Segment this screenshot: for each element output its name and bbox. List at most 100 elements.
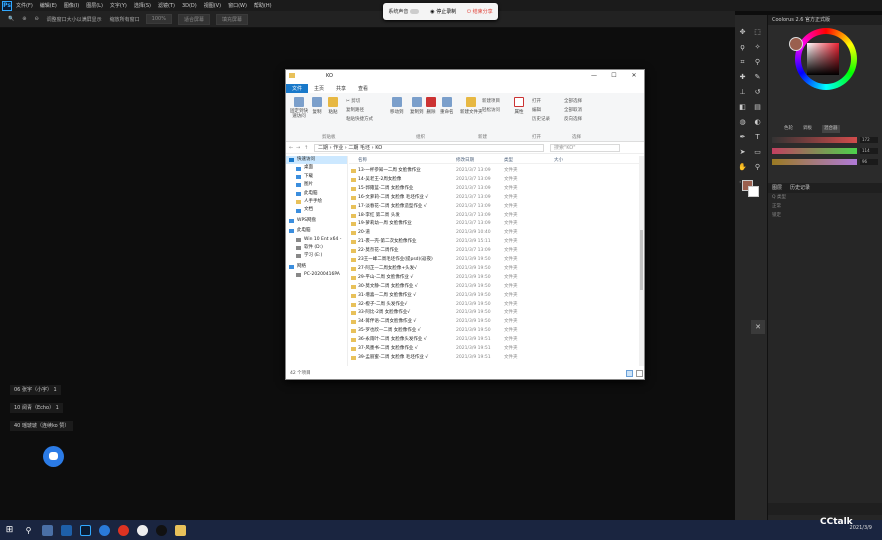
file-row[interactable]: 29-平山-二周 女脸像作业 √ 2021/3/9 19:50 文件夹 bbox=[349, 274, 639, 282]
paste-button[interactable]: 粘贴 bbox=[328, 97, 338, 115]
pin-quick-access-button[interactable]: 固定到快速访问 bbox=[288, 97, 310, 119]
eyedropper-icon[interactable]: ⚲ bbox=[753, 58, 762, 67]
nav-item[interactable]: Win 10 Ent x64 - bbox=[286, 236, 347, 244]
browser-taskbar-icon[interactable] bbox=[99, 524, 110, 536]
nav-item[interactable]: 此电脑 bbox=[286, 190, 347, 198]
paste-shortcut-button[interactable]: 粘贴快捷方式 bbox=[346, 116, 373, 122]
cut-button[interactable]: ✂ 剪切 bbox=[346, 98, 360, 104]
shape-tool-icon[interactable]: ▭ bbox=[753, 148, 762, 157]
column-type[interactable]: 类型 bbox=[504, 157, 513, 163]
photoshop-taskbar-icon[interactable] bbox=[80, 524, 91, 536]
zoom-out-icon[interactable]: ⊖ bbox=[34, 16, 38, 22]
lock-row[interactable]: 锁定 bbox=[768, 211, 882, 220]
menu-filter[interactable]: 滤镜(T) bbox=[158, 2, 175, 9]
tab-mixer[interactable]: 混合器 bbox=[822, 125, 840, 133]
blur-tool-icon[interactable]: ◍ bbox=[738, 118, 747, 127]
file-row[interactable]: 35-罗也欣—二周 女脸像作业 √ 2021/3/9 19:50 文件夹 bbox=[349, 327, 639, 335]
invert-selection-button[interactable]: 反向选择 bbox=[564, 116, 582, 122]
nav-item[interactable]: 网络 bbox=[286, 263, 347, 271]
new-folder-button[interactable]: 新建文件夹 bbox=[460, 97, 483, 115]
history-button[interactable]: 历史记录 bbox=[532, 116, 550, 122]
breadcrumb-4[interactable]: KO bbox=[375, 145, 382, 151]
file-row[interactable]: 33-阿比-2周 女脸像作业√ 2021/3/9 19:50 文件夹 bbox=[349, 309, 639, 317]
file-row[interactable]: 17-淡春花-二周 女脸像造型作业 √ 2021/3/7 13:09 文件夹 bbox=[349, 203, 639, 211]
minimize-button[interactable]: — bbox=[584, 70, 604, 82]
copy-to-button[interactable]: 复制到 bbox=[410, 97, 424, 115]
maximize-button[interactable]: ☐ bbox=[604, 70, 624, 82]
menu-select[interactable]: 选择(S) bbox=[134, 2, 151, 9]
large-icons-view-icon[interactable] bbox=[636, 370, 643, 377]
stamp-tool-icon[interactable]: ⊥ bbox=[738, 88, 747, 97]
collapse-icon[interactable]: ✕ bbox=[751, 320, 765, 334]
nav-item[interactable]: PC-20200416PA bbox=[286, 271, 347, 279]
menu-image[interactable]: 图像(I) bbox=[64, 2, 79, 9]
nav-item[interactable]: 快速访问 bbox=[286, 156, 347, 165]
details-view-icon[interactable] bbox=[626, 370, 633, 377]
path-select-icon[interactable]: ➤ bbox=[738, 148, 747, 157]
weibo-taskbar-icon[interactable] bbox=[118, 524, 129, 536]
taskbar-app-icon[interactable] bbox=[61, 524, 72, 536]
file-row[interactable]: 32-橙子-二周 头发作业√ 2021/3/9 19:50 文件夹 bbox=[349, 301, 639, 309]
properties-button[interactable]: 属性 bbox=[514, 97, 524, 115]
lasso-tool-icon[interactable]: ϙ bbox=[738, 43, 747, 52]
delete-button[interactable]: 删除 bbox=[426, 97, 436, 115]
windows-start-icon[interactable]: ⊞ bbox=[4, 525, 15, 536]
zoom-icon[interactable]: ⚲ bbox=[753, 163, 762, 172]
breadcrumb-1[interactable]: 二期 bbox=[318, 144, 328, 151]
nav-item[interactable]: WPS网盘 bbox=[286, 217, 347, 225]
file-row[interactable]: 27-阿芷—二周女脸像+头发√ 2021/3/9 19:50 文件夹 bbox=[349, 265, 639, 273]
dodge-tool-icon[interactable]: ◐ bbox=[753, 118, 762, 127]
tab-history[interactable]: 历史记录 bbox=[790, 183, 810, 193]
tab-layers[interactable]: 图层 bbox=[772, 183, 782, 193]
tab-file[interactable]: 文件 bbox=[286, 84, 309, 93]
scrollbar-thumb[interactable] bbox=[640, 230, 643, 290]
current-color-swatch[interactable] bbox=[789, 37, 803, 51]
breadcrumb-3[interactable]: 二期 毛坯 bbox=[348, 144, 370, 151]
explorer-taskbar-icon[interactable] bbox=[175, 524, 186, 536]
tab-swatches[interactable]: 调板 bbox=[803, 125, 812, 133]
column-name[interactable]: 名称 bbox=[358, 157, 367, 163]
magic-wand-icon[interactable]: ✧ bbox=[753, 43, 762, 52]
nav-item[interactable]: 图片 bbox=[286, 181, 347, 189]
up-arrow-icon[interactable]: ↑ bbox=[304, 145, 308, 151]
pen-tool-icon[interactable]: ✒ bbox=[738, 133, 747, 142]
close-button[interactable]: ✕ bbox=[624, 70, 644, 82]
open-button[interactable]: 打开 bbox=[532, 98, 541, 104]
nav-item[interactable]: 此电脑 bbox=[286, 227, 347, 235]
layer-filter-row[interactable]: Q 类型 bbox=[768, 193, 882, 202]
menu-3d[interactable]: 3D(D) bbox=[182, 3, 197, 9]
menu-type[interactable]: 文字(Y) bbox=[110, 2, 127, 9]
crop-tool-icon[interactable]: ⌗ bbox=[738, 58, 747, 67]
nav-item[interactable]: 学习 (E:) bbox=[286, 252, 347, 260]
file-row[interactable]: 16-文萝莉-二周 女脸像 毛坯作业 √ 2021/3/7 13:09 文件夹 bbox=[349, 194, 639, 202]
red-value[interactable]: 172 bbox=[860, 137, 878, 143]
file-row[interactable]: 36-永雨叶-二周 女脸像头发作业 √ 2021/3/9 19:51 文件夹 bbox=[349, 336, 639, 344]
move-to-button[interactable]: 移动到 bbox=[390, 97, 404, 115]
address-bar[interactable]: 二期 › 作业 › 二期 毛坯 › KO bbox=[314, 143, 544, 152]
menu-help[interactable]: 帮助(H) bbox=[254, 2, 272, 9]
search-icon[interactable]: ⚲ bbox=[23, 525, 34, 536]
zoom-tool-icon[interactable]: 🔍 bbox=[8, 16, 14, 22]
blue-slider[interactable] bbox=[772, 159, 857, 165]
easy-access-button[interactable]: 轻松访问 bbox=[482, 107, 500, 113]
file-row[interactable]: 31-增喜—二周 女脸像作业 √ 2021/3/9 19:50 文件夹 bbox=[349, 292, 639, 300]
file-row[interactable]: 22-莫奈花-二周作业 2021/3/7 13:09 文件夹 bbox=[349, 247, 639, 255]
option-zoom-all[interactable]: 缩放所有窗口 bbox=[110, 16, 140, 23]
chrome-taskbar-icon[interactable] bbox=[137, 524, 148, 536]
menu-window[interactable]: 窗口(W) bbox=[228, 2, 247, 9]
breadcrumb-2[interactable]: 作业 bbox=[333, 144, 343, 151]
nav-item[interactable]: 文档 bbox=[286, 206, 347, 214]
file-row[interactable]: 18-李红 第二周 头发 2021/3/7 13:09 文件夹 bbox=[349, 212, 639, 220]
brush-tool-icon[interactable]: ✎ bbox=[753, 73, 762, 82]
option-resize-windows[interactable]: 调整窗口大小以满屏显示 bbox=[47, 16, 102, 23]
back-arrow-icon[interactable]: ← bbox=[289, 145, 293, 151]
type-tool-icon[interactable]: T bbox=[753, 133, 762, 142]
file-row[interactable]: 15-郭雍蓝-二周 女脸像作业 2021/3/7 13:09 文件夹 bbox=[349, 185, 639, 193]
nav-item[interactable]: 下载 bbox=[286, 173, 347, 181]
fill-screen-button[interactable]: 填充屏幕 bbox=[215, 13, 248, 25]
eraser-tool-icon[interactable]: ◧ bbox=[738, 103, 747, 112]
menu-view[interactable]: 视图(V) bbox=[204, 2, 221, 9]
file-row[interactable]: 34-蒋伴语-二周女脸像作业 √ 2021/3/9 19:50 文件夹 bbox=[349, 318, 639, 326]
end-share-button[interactable]: ⏻ 结束分享 bbox=[467, 8, 493, 15]
copy-path-button[interactable]: 复制路径 bbox=[346, 107, 364, 113]
